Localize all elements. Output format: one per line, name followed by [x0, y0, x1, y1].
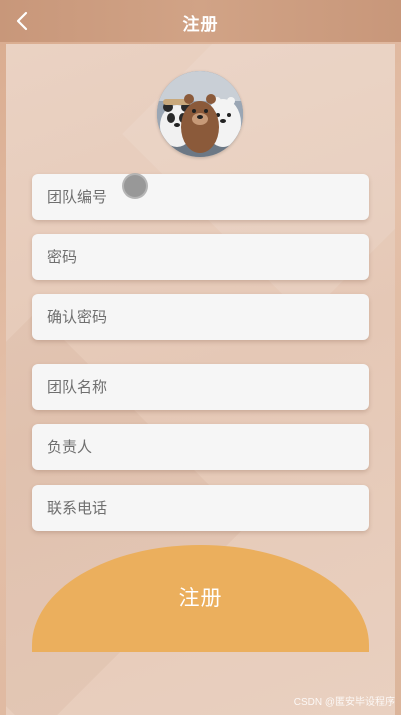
password-input[interactable] — [45, 247, 369, 267]
phone-input[interactable] — [45, 498, 369, 518]
avatar — [157, 71, 243, 157]
touch-indicator — [122, 173, 148, 199]
leader-field[interactable] — [32, 424, 369, 470]
team-id-input[interactable] — [45, 187, 369, 207]
header-bar: 注册 — [0, 0, 401, 42]
team-name-field[interactable] — [32, 364, 369, 410]
bears-avatar-image — [157, 71, 243, 157]
team-name-input[interactable] — [45, 377, 369, 397]
watermark: CSDN @匿安毕设程序 — [293, 697, 395, 708]
confirm-password-field[interactable] — [32, 294, 369, 340]
password-field[interactable] — [32, 234, 369, 280]
leader-input[interactable] — [45, 437, 369, 457]
confirm-password-input[interactable] — [45, 307, 369, 327]
register-button-label: 注册 — [178, 586, 223, 610]
page-title: 注册 — [182, 15, 219, 34]
phone-field[interactable] — [32, 485, 369, 531]
team-id-field[interactable] — [32, 174, 369, 220]
